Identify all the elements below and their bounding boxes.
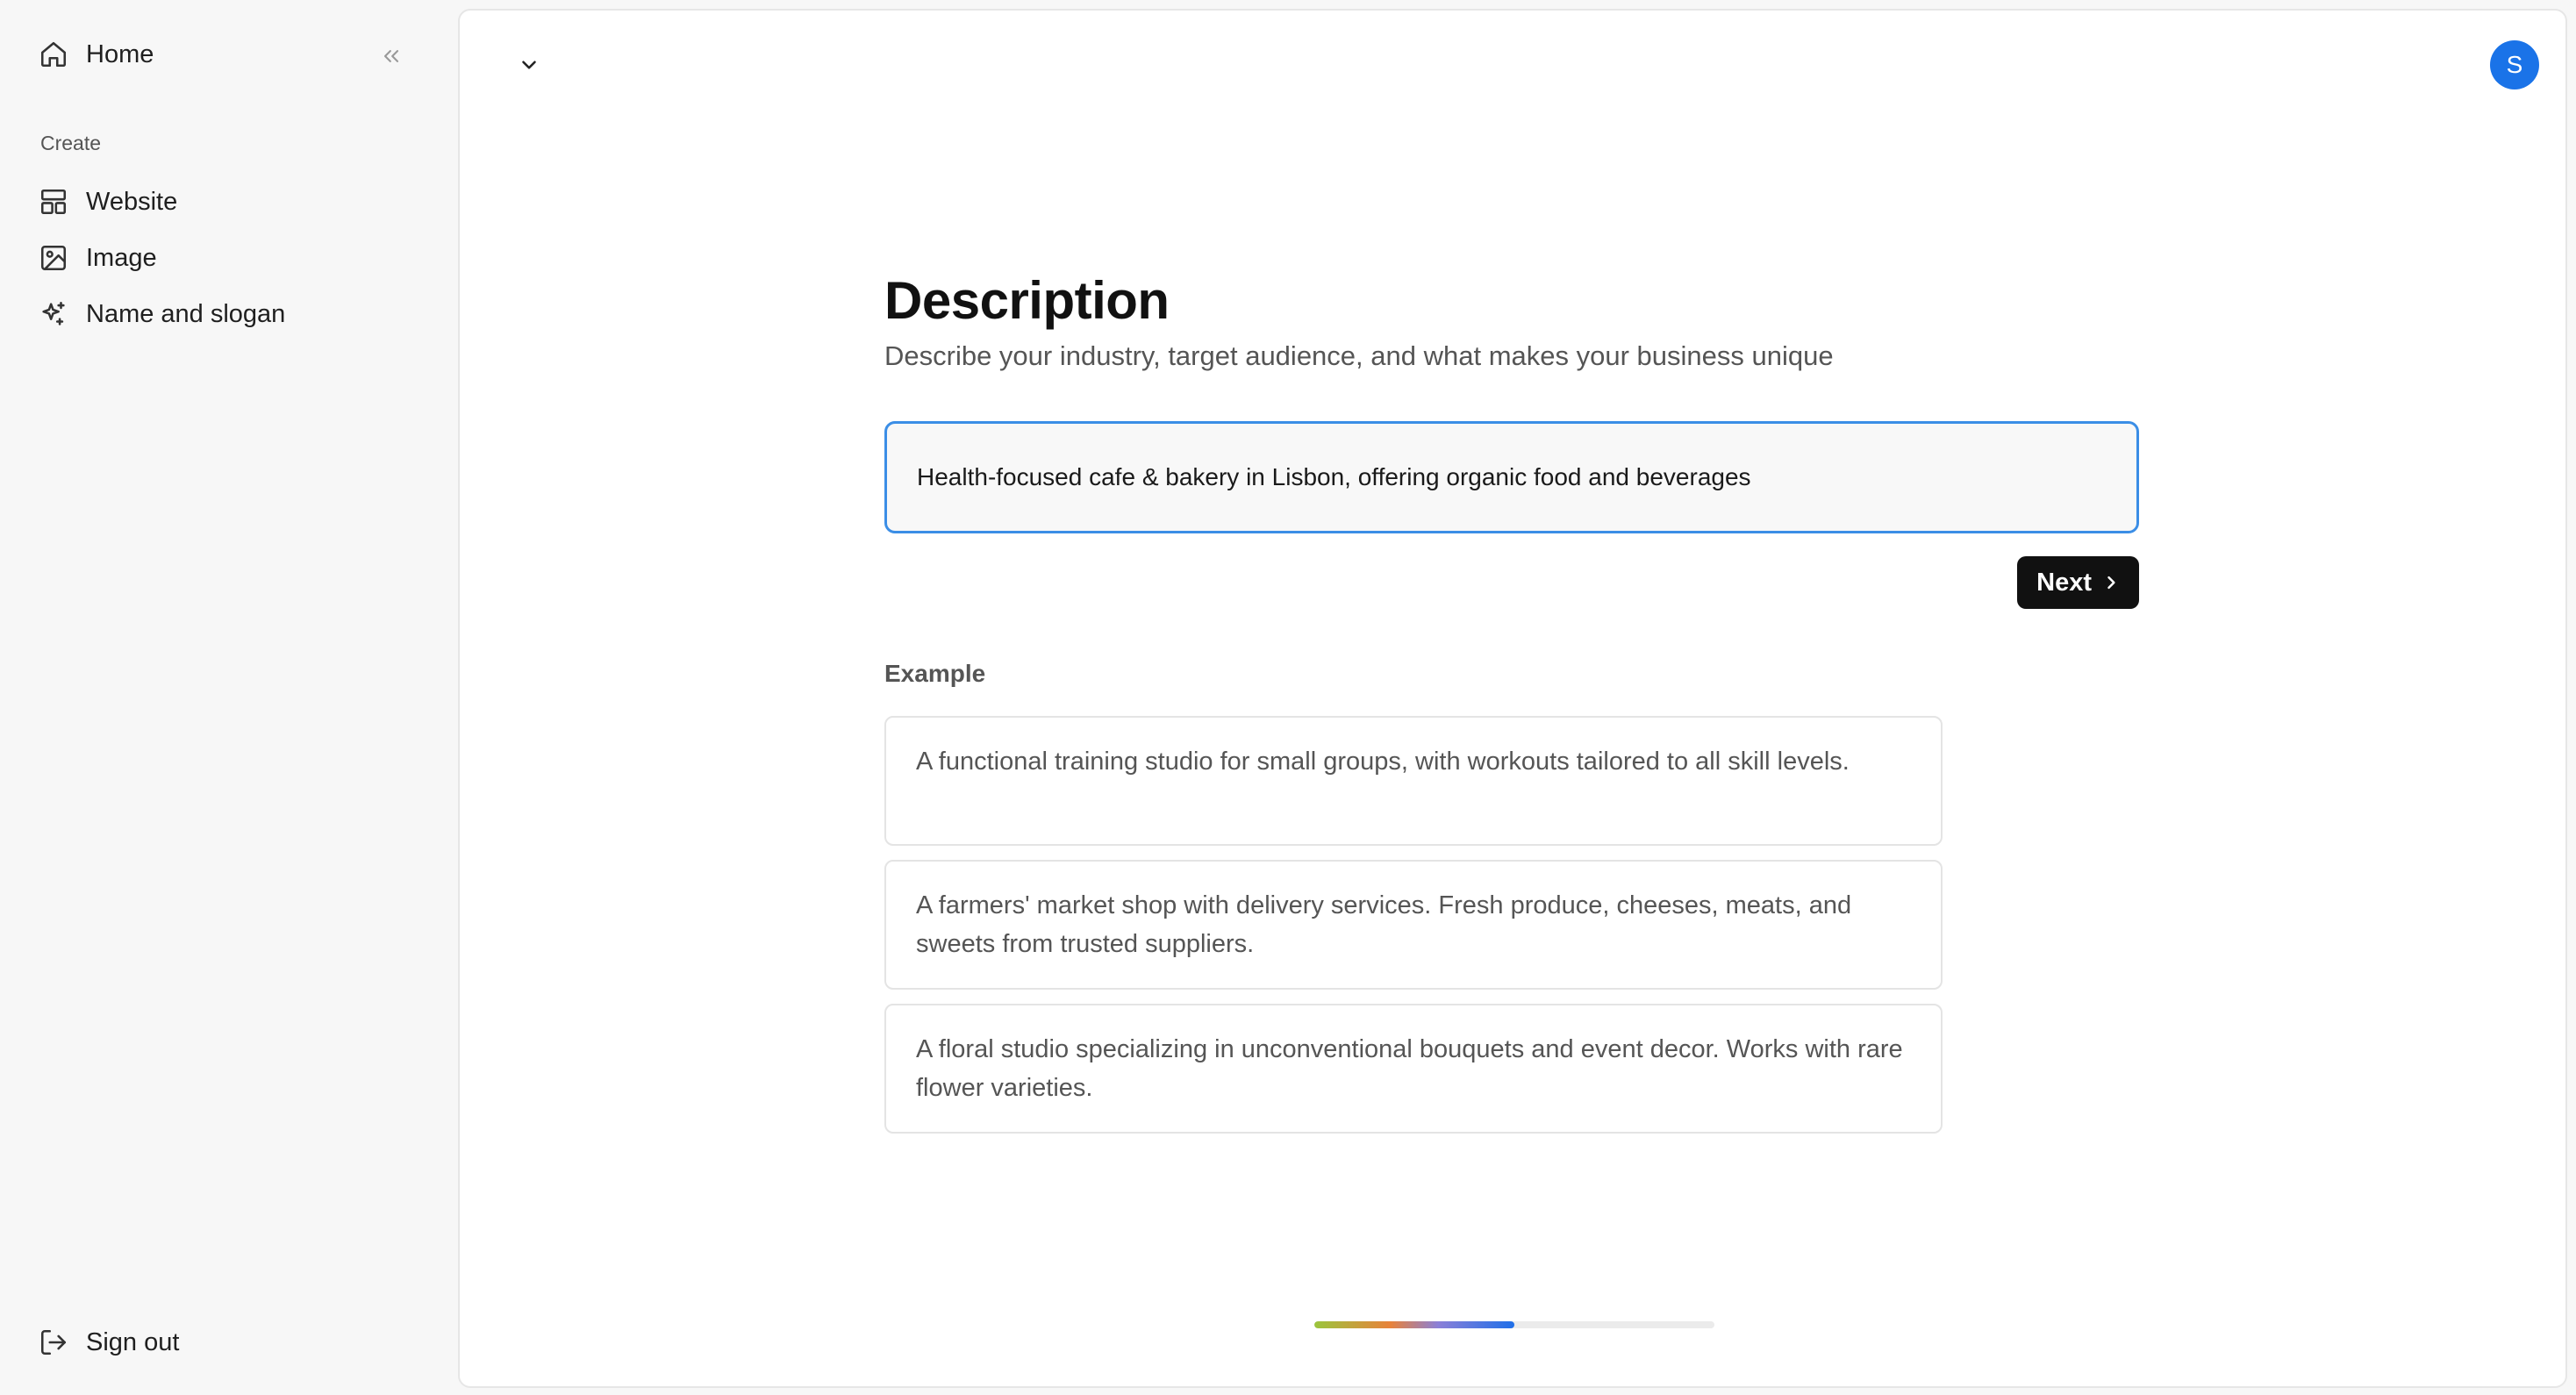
step-progress-bar (1314, 1321, 1714, 1328)
chevron-right-icon (2107, 576, 2115, 590)
layout-icon (40, 189, 67, 215)
example-card[interactable]: A farmers' market shop with delivery ser… (884, 860, 1943, 990)
chevrons-left-icon (383, 50, 399, 62)
example-text: A floral studio specializing in unconven… (916, 1035, 1903, 1102)
next-button-label: Next (2036, 568, 2092, 597)
sidebar-item-label: Name and slogan (86, 299, 286, 328)
sidebar-item-label: Image (86, 243, 157, 272)
sidebar: Home Create Website Image Name and sloga… (0, 0, 458, 1395)
sidebar-item-website[interactable]: Website (39, 179, 177, 225)
section-label-create: Create (40, 132, 102, 154)
sidebar-item-home[interactable]: Home (39, 32, 154, 77)
home-icon (40, 41, 67, 68)
example-text: A farmers' market shop with delivery ser… (916, 891, 1852, 958)
sidebar-item-label: Website (86, 187, 178, 216)
page-title: Description (884, 271, 1170, 330)
description-input[interactable] (884, 421, 2139, 533)
collapse-sidebar-button[interactable] (376, 40, 407, 72)
example-card[interactable]: A functional training studio for small g… (884, 716, 1943, 846)
avatar[interactable]: S (2490, 40, 2539, 89)
main-panel: S Description Describe your industry, ta… (458, 9, 2567, 1388)
log-out-icon (40, 1329, 67, 1356)
sparkles-icon (42, 301, 65, 326)
page-subtitle: Describe your industry, target audience,… (884, 340, 1834, 371)
example-card[interactable]: A floral studio specializing in unconven… (884, 1004, 1943, 1134)
example-text: A functional training studio for small g… (916, 748, 1850, 776)
image-icon (40, 245, 67, 271)
sidebar-item-name-and-slogan[interactable]: Name and slogan (39, 291, 285, 337)
app-root: Home Create Website Image Name and sloga… (0, 0, 2576, 1395)
sidebar-item-label: Home (86, 39, 154, 68)
sign-out-button[interactable]: Sign out (39, 1320, 179, 1365)
step-progress-fill (1314, 1321, 1514, 1328)
sign-out-label: Sign out (86, 1327, 180, 1356)
workspace-dropdown-button[interactable] (518, 49, 540, 81)
sidebar-item-image[interactable]: Image (39, 235, 157, 281)
example-heading: Example (884, 660, 986, 687)
avatar-initial: S (2506, 51, 2523, 78)
next-button[interactable]: Next (2017, 556, 2139, 609)
chevron-down-icon (522, 61, 536, 69)
